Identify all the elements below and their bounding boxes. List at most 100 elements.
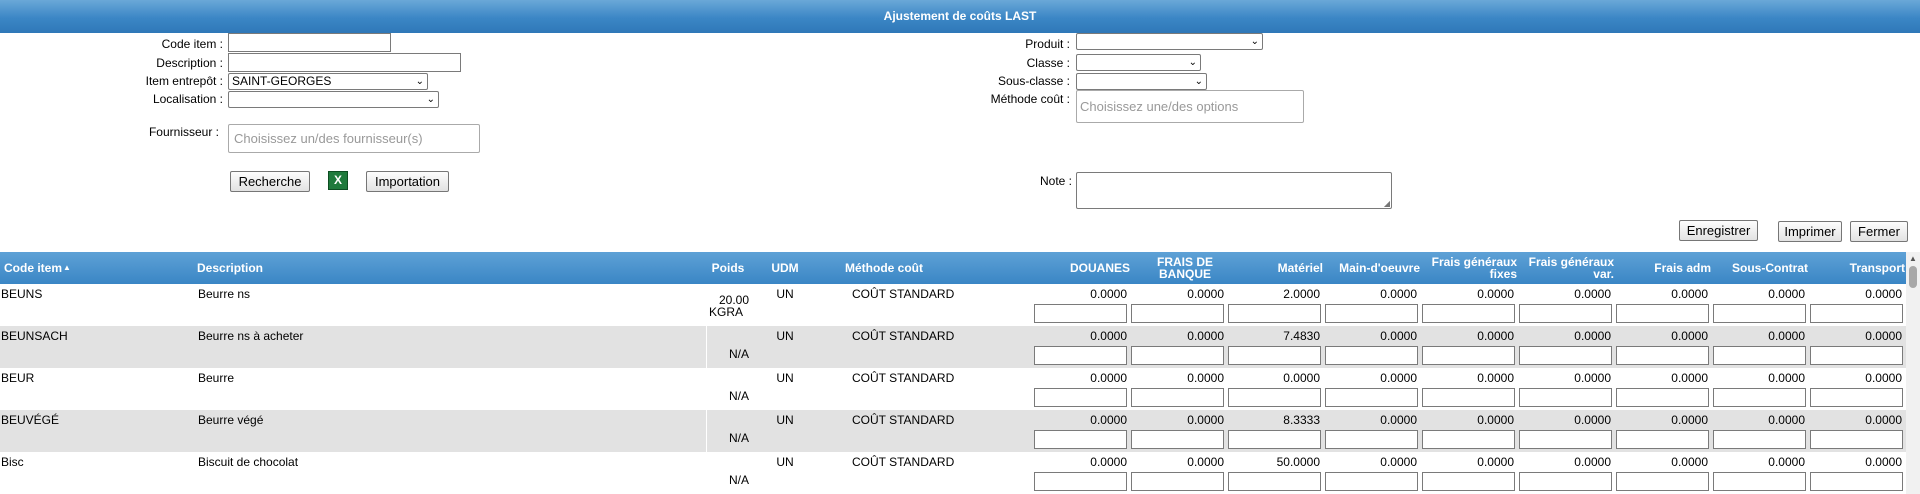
input-frais-banque[interactable] xyxy=(1131,430,1224,449)
cell-main-oeuvre: 0.0000 xyxy=(1380,455,1417,469)
input-transport[interactable] xyxy=(1810,388,1903,407)
item-entrepot-label: Item entrepôt : xyxy=(145,74,223,88)
cell-udm: UN xyxy=(776,329,794,343)
sort-asc-icon: ▲ xyxy=(63,263,71,272)
input-sous-contrat[interactable] xyxy=(1713,430,1806,449)
col-header-douanes[interactable]: DOUANES xyxy=(1033,252,1130,284)
input-transport[interactable] xyxy=(1810,346,1903,365)
input-main-oeuvre[interactable] xyxy=(1325,388,1418,407)
code-item-input[interactable] xyxy=(228,33,391,52)
input-sous-contrat[interactable] xyxy=(1713,472,1806,491)
col-header-frais-banque[interactable]: FRAIS DE BANQUE xyxy=(1144,252,1226,284)
enregistrer-button[interactable]: Enregistrer xyxy=(1679,220,1758,241)
input-douanes[interactable] xyxy=(1034,388,1127,407)
note-textarea[interactable]: ◢ xyxy=(1076,172,1392,209)
cell-description: Biscuit de chocolat xyxy=(198,455,299,469)
col-header-code-item[interactable]: Code item ▲ xyxy=(4,252,194,284)
input-frais-banque[interactable] xyxy=(1131,388,1224,407)
input-frais-banque[interactable] xyxy=(1131,304,1224,323)
col-header-main-oeuvre[interactable]: Main-d'oeuvre xyxy=(1324,252,1420,284)
fournisseur-multiselect[interactable]: Choisissez un/des fournisseur(s) xyxy=(228,124,480,153)
input-frais-generaux-var[interactable] xyxy=(1519,388,1612,407)
produit-select[interactable]: ⌄ xyxy=(1076,33,1263,50)
col-header-poids[interactable]: Poids xyxy=(703,252,753,284)
sous-classe-label: Sous-classe : xyxy=(997,74,1070,88)
input-douanes[interactable] xyxy=(1034,430,1127,449)
input-main-oeuvre[interactable] xyxy=(1325,346,1418,365)
scroll-up-icon[interactable]: ▲ xyxy=(1909,254,1917,263)
chevron-down-icon: ⌄ xyxy=(415,76,424,87)
input-transport[interactable] xyxy=(1810,472,1903,491)
cell-frais-generaux-fixes: 0.0000 xyxy=(1477,329,1514,343)
cell-poids-unit: KGRA xyxy=(709,305,744,319)
localisation-label: Localisation : xyxy=(152,92,223,106)
cell-poids-unit: N/A xyxy=(728,473,749,487)
input-frais-adm[interactable] xyxy=(1616,388,1709,407)
cell-frais-adm: 0.0000 xyxy=(1671,329,1708,343)
input-transport[interactable] xyxy=(1810,304,1903,323)
input-frais-generaux-fixes[interactable] xyxy=(1422,388,1515,407)
input-frais-generaux-fixes[interactable] xyxy=(1422,346,1515,365)
fermer-button[interactable]: Fermer xyxy=(1850,221,1908,242)
input-transport[interactable] xyxy=(1810,430,1903,449)
col-header-methode-cout[interactable]: Méthode coût xyxy=(845,252,975,284)
input-frais-adm[interactable] xyxy=(1616,430,1709,449)
cell-douanes: 0.0000 xyxy=(1090,413,1127,427)
col-header-udm[interactable]: UDM xyxy=(760,252,810,284)
input-douanes[interactable] xyxy=(1034,346,1127,365)
cell-frais-generaux-var: 0.0000 xyxy=(1574,371,1611,385)
col-header-frais-adm[interactable]: Frais adm xyxy=(1615,252,1711,284)
cell-sous-contrat: 0.0000 xyxy=(1768,287,1805,301)
input-frais-generaux-var[interactable] xyxy=(1519,304,1612,323)
recherche-button[interactable]: Recherche xyxy=(230,171,310,192)
scrollbar-thumb[interactable] xyxy=(1909,266,1917,288)
description-input[interactable] xyxy=(228,53,461,72)
input-materiel[interactable] xyxy=(1228,346,1321,365)
input-main-oeuvre[interactable] xyxy=(1325,430,1418,449)
classe-select[interactable]: ⌄ xyxy=(1076,54,1201,71)
col-header-sous-contrat[interactable]: Sous-Contrat xyxy=(1712,252,1808,284)
input-frais-generaux-var[interactable] xyxy=(1519,430,1612,449)
cell-frais-generaux-var: 0.0000 xyxy=(1574,287,1611,301)
resize-grip-icon[interactable]: ◢ xyxy=(1384,199,1390,208)
input-frais-generaux-fixes[interactable] xyxy=(1422,472,1515,491)
item-entrepot-select[interactable]: SAINT-GEORGES ⌄ xyxy=(228,73,428,90)
cell-code-item: BEUR xyxy=(1,371,35,385)
input-frais-adm[interactable] xyxy=(1616,304,1709,323)
input-sous-contrat[interactable] xyxy=(1713,304,1806,323)
input-douanes[interactable] xyxy=(1034,304,1127,323)
col-header-transport[interactable]: Transport xyxy=(1809,252,1905,284)
cell-main-oeuvre: 0.0000 xyxy=(1380,413,1417,427)
input-main-oeuvre[interactable] xyxy=(1325,304,1418,323)
input-materiel[interactable] xyxy=(1228,388,1321,407)
input-main-oeuvre[interactable] xyxy=(1325,472,1418,491)
input-frais-generaux-var[interactable] xyxy=(1519,472,1612,491)
methode-cout-multiselect[interactable]: Choisissez une/des options xyxy=(1076,90,1304,123)
input-frais-generaux-var[interactable] xyxy=(1519,346,1612,365)
table-scrollbar[interactable]: ▲ xyxy=(1906,252,1920,494)
input-frais-adm[interactable] xyxy=(1616,472,1709,491)
col-header-description[interactable]: Description xyxy=(197,252,397,284)
input-frais-generaux-fixes[interactable] xyxy=(1422,304,1515,323)
sous-classe-select[interactable]: ⌄ xyxy=(1076,73,1207,90)
cell-frais-banque: 0.0000 xyxy=(1187,371,1224,385)
importation-button[interactable]: Importation xyxy=(366,171,449,192)
input-douanes[interactable] xyxy=(1034,472,1127,491)
input-materiel[interactable] xyxy=(1228,430,1321,449)
input-frais-adm[interactable] xyxy=(1616,346,1709,365)
input-sous-contrat[interactable] xyxy=(1713,388,1806,407)
input-frais-banque[interactable] xyxy=(1131,346,1224,365)
col-header-frais-generaux-var[interactable]: Frais généraux var. xyxy=(1518,252,1614,284)
input-frais-banque[interactable] xyxy=(1131,472,1224,491)
col-header-frais-generaux-fixes[interactable]: Frais généraux fixes xyxy=(1421,252,1517,284)
col-header-materiel[interactable]: Matériel xyxy=(1227,252,1323,284)
input-materiel[interactable] xyxy=(1228,304,1321,323)
imprimer-button[interactable]: Imprimer xyxy=(1778,221,1842,242)
cell-methode-cout: COÛT STANDARD xyxy=(852,329,955,343)
excel-icon[interactable]: X xyxy=(328,171,348,190)
cell-udm: UN xyxy=(776,287,794,301)
input-materiel[interactable] xyxy=(1228,472,1321,491)
localisation-select[interactable]: ⌄ xyxy=(228,91,439,108)
input-frais-generaux-fixes[interactable] xyxy=(1422,430,1515,449)
input-sous-contrat[interactable] xyxy=(1713,346,1806,365)
